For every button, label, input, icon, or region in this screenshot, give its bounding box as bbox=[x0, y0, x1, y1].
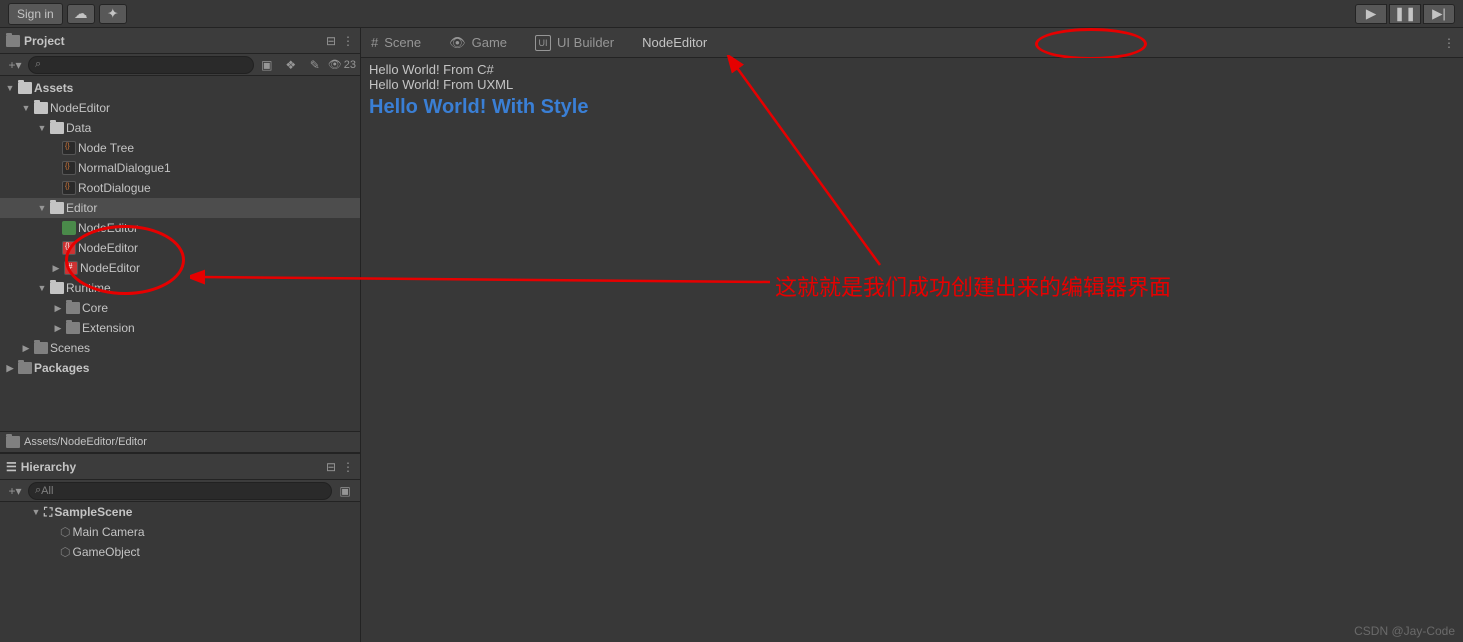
add-button[interactable]: +▾ bbox=[4, 56, 26, 74]
menu-icon[interactable]: ⋮ bbox=[342, 34, 354, 48]
project-panel-header: Project ⊟ ⋮ bbox=[0, 28, 360, 54]
tree-extension[interactable]: Extension bbox=[0, 318, 360, 338]
hierarchy-search[interactable]: ⌕ All bbox=[28, 482, 332, 500]
lock-icon[interactable]: ⊟ bbox=[326, 34, 336, 48]
hello-csharp: Hello World! From C# bbox=[369, 62, 1455, 77]
tab-uibuilder[interactable]: UIUI Builder bbox=[533, 31, 616, 55]
tree-scenes[interactable]: Scenes bbox=[0, 338, 360, 358]
annotation-circle-tab bbox=[1035, 28, 1147, 60]
filter-icon-3[interactable]: ✎ bbox=[304, 56, 326, 74]
tree-packages[interactable]: Packages bbox=[0, 358, 360, 378]
tabs-bar: #Scene 👁Game UIUI Builder NodeEditor ⋮ bbox=[361, 28, 1463, 58]
tree-rootdialogue[interactable]: RootDialogue bbox=[0, 178, 360, 198]
scene-tab-icon: # bbox=[371, 35, 378, 50]
filter-icon-2[interactable]: ❖ bbox=[280, 56, 302, 74]
gameobject-icon: ⬡ bbox=[60, 525, 70, 539]
filter-icon-1[interactable]: ▣ bbox=[256, 56, 278, 74]
tab-scene[interactable]: #Scene bbox=[369, 31, 423, 54]
menu-icon[interactable]: ⋮ bbox=[342, 460, 354, 474]
tree-core[interactable]: Core bbox=[0, 298, 360, 318]
right-panel: #Scene 👁Game UIUI Builder NodeEditor ⋮ H… bbox=[361, 28, 1463, 642]
hierarchy-title: Hierarchy bbox=[21, 460, 76, 474]
bug-icon[interactable]: ✦ bbox=[99, 4, 127, 24]
play-controls: ▶ ❚❚ ▶| bbox=[1355, 4, 1455, 24]
camera-row[interactable]: ⬡Main Camera bbox=[0, 522, 360, 542]
lock-icon[interactable]: ⊟ bbox=[326, 460, 336, 474]
hidden-count[interactable]: 👁23 bbox=[328, 58, 356, 71]
tab-nodeeditor[interactable]: NodeEditor bbox=[640, 31, 709, 54]
tree-editor[interactable]: Editor bbox=[0, 198, 360, 218]
hello-style: Hello World! With Style bbox=[369, 96, 1455, 119]
project-toolbar: +▾ ⌕ ▣ ❖ ✎ 👁23 bbox=[0, 54, 360, 76]
top-bar: Sign in ☁ ✦ ▶ ❚❚ ▶| bbox=[0, 0, 1463, 28]
tree-nodeeditor-uxml[interactable]: NodeEditor bbox=[0, 238, 360, 258]
tree-runtime[interactable]: Runtime bbox=[0, 278, 360, 298]
tree-assets[interactable]: Assets bbox=[0, 78, 360, 98]
tabs-menu[interactable]: ⋮ bbox=[1443, 36, 1455, 50]
project-icon bbox=[6, 35, 20, 47]
project-title: Project bbox=[24, 34, 65, 48]
hierarchy-toolbar: +▾ ⌕ All ▣ bbox=[0, 480, 360, 502]
gameobject-icon: ⬡ bbox=[60, 545, 70, 559]
project-search[interactable]: ⌕ bbox=[28, 56, 254, 74]
hierarchy-tree: ⛶SampleScene ⬡Main Camera ⬡GameObject bbox=[0, 502, 360, 642]
tab-game[interactable]: 👁Game bbox=[447, 31, 509, 55]
hello-uxml: Hello World! From UXML bbox=[369, 77, 1455, 92]
hierarchy-panel: ☰ Hierarchy ⊟ ⋮ +▾ ⌕ All ▣ ⛶SampleScene … bbox=[0, 453, 360, 642]
pause-button[interactable]: ❚❚ bbox=[1389, 4, 1421, 24]
folder-icon bbox=[6, 436, 20, 448]
tree-data[interactable]: Data bbox=[0, 118, 360, 138]
path-text: Assets/NodeEditor/Editor bbox=[24, 436, 147, 448]
filter-icon[interactable]: ▣ bbox=[334, 482, 356, 500]
tree-nodeeditor-uss[interactable]: NodeEditor bbox=[0, 258, 360, 278]
step-button[interactable]: ▶| bbox=[1423, 4, 1455, 24]
sign-in-button[interactable]: Sign in bbox=[8, 3, 63, 25]
tree-nodetree[interactable]: Node Tree bbox=[0, 138, 360, 158]
cloud-icon[interactable]: ☁ bbox=[67, 4, 95, 24]
scene-row[interactable]: ⛶SampleScene bbox=[0, 502, 360, 522]
unity-scene-icon: ⛶ bbox=[44, 505, 52, 520]
uibuilder-icon: UI bbox=[535, 35, 551, 51]
game-tab-icon: 👁 bbox=[449, 35, 466, 51]
left-panel: Project ⊟ ⋮ +▾ ⌕ ▣ ❖ ✎ 👁23 Assets NodeEd… bbox=[0, 28, 361, 642]
play-button[interactable]: ▶ bbox=[1355, 4, 1387, 24]
path-bar: Assets/NodeEditor/Editor bbox=[0, 431, 360, 453]
add-button[interactable]: +▾ bbox=[4, 482, 26, 500]
content-area: Hello World! From C# Hello World! From U… bbox=[361, 58, 1463, 642]
hierarchy-header: ☰ Hierarchy ⊟ ⋮ bbox=[0, 454, 360, 480]
gameobject-row[interactable]: ⬡GameObject bbox=[0, 542, 360, 562]
tree-nodeeditor[interactable]: NodeEditor bbox=[0, 98, 360, 118]
tree-normaldialogue[interactable]: NormalDialogue1 bbox=[0, 158, 360, 178]
hierarchy-icon: ☰ bbox=[6, 460, 17, 474]
project-tree: Assets NodeEditor Data Node Tree NormalD… bbox=[0, 76, 360, 431]
tree-nodeeditor-cs[interactable]: NodeEditor bbox=[0, 218, 360, 238]
